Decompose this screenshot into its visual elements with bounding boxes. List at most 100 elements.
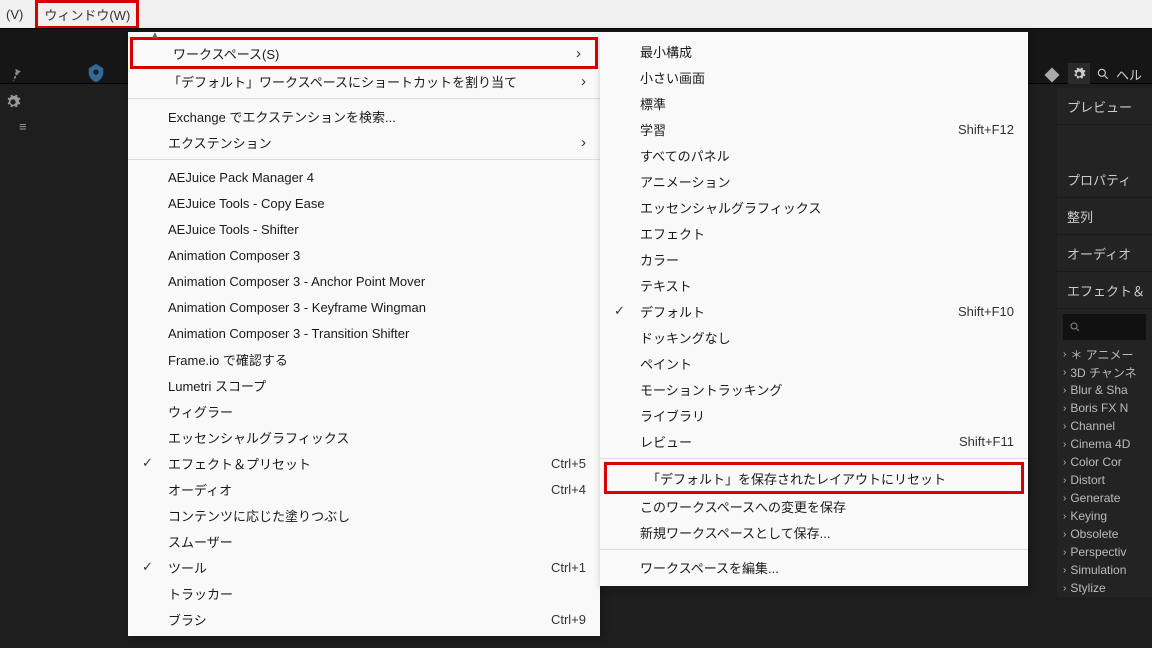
menu-wiggler[interactable]: ウィグラー bbox=[128, 398, 600, 424]
menu-shortcut: Shift+F12 bbox=[958, 122, 1014, 137]
menu-icon[interactable]: ≡ bbox=[19, 119, 30, 134]
menu-label: ワークスペースを編集... bbox=[640, 558, 779, 577]
menu-audio[interactable]: オーディオ Ctrl+4 bbox=[128, 476, 600, 502]
menu-lumetri[interactable]: Lumetri スコープ bbox=[128, 372, 600, 398]
menu-tools[interactable]: ✓ ツール Ctrl+1 bbox=[128, 554, 600, 580]
ws-motion-tracking[interactable]: モーショントラッキング bbox=[600, 376, 1028, 402]
menu-label: ワークスペース(S) bbox=[173, 44, 279, 63]
menu-label: ドッキングなし bbox=[640, 328, 731, 347]
panel-tab-audio[interactable]: オーディオ bbox=[1057, 235, 1152, 272]
check-icon: ✓ bbox=[142, 455, 153, 471]
menu-ac3-anchor[interactable]: Animation Composer 3 - Anchor Point Move… bbox=[128, 268, 600, 294]
menu-aejuice-pack[interactable]: AEJuice Pack Manager 4 bbox=[128, 164, 600, 190]
menu-label: ウィグラー bbox=[168, 402, 233, 421]
menu-separator bbox=[600, 549, 1028, 550]
ws-animation[interactable]: アニメーション bbox=[600, 168, 1028, 194]
menu-label: AEJuice Pack Manager 4 bbox=[168, 170, 314, 185]
tree-item[interactable]: ›Obsolete bbox=[1057, 525, 1152, 543]
menu-label: アニメーション bbox=[640, 172, 730, 191]
menu-ac3-keyframe[interactable]: Animation Composer 3 - Keyframe Wingman bbox=[128, 294, 600, 320]
menu-exchange-search[interactable]: Exchange でエクステンションを検索... bbox=[128, 103, 600, 129]
menu-window[interactable]: ウィンドウ(W) bbox=[35, 0, 139, 29]
ws-color[interactable]: カラー bbox=[600, 246, 1028, 272]
tree-item[interactable]: ›Cinema 4D bbox=[1057, 435, 1152, 453]
menu-assign-shortcut[interactable]: 「デフォルト」ワークスペースにショートカットを割り当て › bbox=[128, 68, 600, 94]
ws-review[interactable]: レビュー Shift+F11 bbox=[600, 428, 1028, 454]
menu-separator bbox=[600, 458, 1028, 459]
menu-aejuice-copy[interactable]: AEJuice Tools - Copy Ease bbox=[128, 190, 600, 216]
help-search[interactable]: ヘル bbox=[1096, 65, 1142, 84]
tree-item[interactable]: ›Generate bbox=[1057, 489, 1152, 507]
menu-extension[interactable]: エクステンション › bbox=[128, 129, 600, 155]
ws-reset-default[interactable]: 「デフォルト」を保存されたレイアウトにリセット bbox=[607, 465, 1021, 491]
tree-item[interactable]: ›Stylize bbox=[1057, 579, 1152, 597]
menu-smoother[interactable]: スムーザー bbox=[128, 528, 600, 554]
menu-label: テキスト bbox=[640, 276, 692, 295]
tree-item[interactable]: ›Distort bbox=[1057, 471, 1152, 489]
menu-ac3-transition[interactable]: Animation Composer 3 - Transition Shifte… bbox=[128, 320, 600, 346]
panel-tab-align[interactable]: 整列 bbox=[1057, 198, 1152, 235]
menu-essential-graphics[interactable]: エッセンシャルグラフィックス bbox=[128, 424, 600, 450]
ws-edit-workspaces[interactable]: ワークスペースを編集... bbox=[600, 554, 1028, 580]
menu-brush[interactable]: ブラシ Ctrl+9 bbox=[128, 606, 600, 632]
tree-item[interactable]: ›Keying bbox=[1057, 507, 1152, 525]
menu-ac3[interactable]: Animation Composer 3 bbox=[128, 242, 600, 268]
diamond-icon[interactable] bbox=[1042, 65, 1062, 83]
menu-label: エフェクト＆プリセット bbox=[168, 454, 311, 473]
panel-tab-properties[interactable]: プロパティ bbox=[1057, 161, 1152, 198]
menu-workspace[interactable]: ワークスペース(S) › bbox=[133, 40, 595, 66]
tree-item[interactable]: ›Blur & Sha bbox=[1057, 381, 1152, 399]
menu-shortcut: Ctrl+5 bbox=[551, 456, 586, 471]
menu-label: ブラシ bbox=[168, 610, 207, 629]
check-icon: ✓ bbox=[142, 559, 153, 575]
ws-learn[interactable]: 学習 Shift+F12 bbox=[600, 116, 1028, 142]
workspace-submenu: 最小構成 小さい画面 標準 学習 Shift+F12 すべてのパネル アニメーシ… bbox=[600, 32, 1028, 586]
menu-label: AEJuice Tools - Copy Ease bbox=[168, 196, 325, 211]
pin-icon[interactable] bbox=[7, 66, 25, 84]
tree-item[interactable]: ›＊ アニメー bbox=[1057, 345, 1152, 363]
ws-minimal[interactable]: 最小構成 bbox=[600, 38, 1028, 64]
menu-shortcut: Ctrl+4 bbox=[551, 482, 586, 497]
ws-save-as-new[interactable]: 新規ワークスペースとして保存... bbox=[600, 519, 1028, 545]
menu-label: オーディオ bbox=[168, 480, 232, 499]
ws-paint[interactable]: ペイント bbox=[600, 350, 1028, 376]
menu-effects-presets[interactable]: ✓ エフェクト＆プリセット Ctrl+5 bbox=[128, 450, 600, 476]
menu-label: このワークスペースへの変更を保存 bbox=[640, 497, 846, 516]
tree-item[interactable]: ›Boris FX N bbox=[1057, 399, 1152, 417]
tree-item[interactable]: ›Color Cor bbox=[1057, 453, 1152, 471]
ws-no-docking[interactable]: ドッキングなし bbox=[600, 324, 1028, 350]
menu-view[interactable]: (V) bbox=[2, 3, 27, 26]
toolbar-icon[interactable] bbox=[85, 62, 107, 84]
ws-default[interactable]: ✓ デフォルト Shift+F10 bbox=[600, 298, 1028, 324]
tree-item[interactable]: ›Perspectiv bbox=[1057, 543, 1152, 561]
gear-icon[interactable] bbox=[1068, 63, 1090, 85]
menu-frameio[interactable]: Frame.io で確認する bbox=[128, 346, 600, 372]
ws-standard[interactable]: 標準 bbox=[600, 90, 1028, 116]
ws-save-changes[interactable]: このワークスペースへの変更を保存 bbox=[600, 493, 1028, 519]
window-menu: ▲ ワークスペース(S) › 「デフォルト」ワークスペースにショートカットを割り… bbox=[128, 32, 600, 636]
tree-item[interactable]: ›3D チャンネ bbox=[1057, 363, 1152, 381]
panel-tab-effects[interactable]: エフェクト＆ bbox=[1057, 272, 1152, 309]
ws-all-panels[interactable]: すべてのパネル bbox=[600, 142, 1028, 168]
tree-item[interactable]: ›Channel bbox=[1057, 417, 1152, 435]
check-icon: ✓ bbox=[614, 303, 625, 319]
menu-label: 新規ワークスペースとして保存... bbox=[640, 523, 831, 542]
effects-search[interactable] bbox=[1063, 314, 1146, 340]
ws-small-screen[interactable]: 小さい画面 bbox=[600, 64, 1028, 90]
menu-aejuice-shifter[interactable]: AEJuice Tools - Shifter bbox=[128, 216, 600, 242]
menu-label: コンテンツに応じた塗りつぶし bbox=[168, 506, 350, 525]
ws-effect[interactable]: エフェクト bbox=[600, 220, 1028, 246]
ws-library[interactable]: ライブラリ bbox=[600, 402, 1028, 428]
chevron-right-icon: › bbox=[576, 45, 581, 62]
tree-item[interactable]: ›Simulation bbox=[1057, 561, 1152, 579]
menu-label: 標準 bbox=[640, 94, 666, 113]
ws-essential-graphics[interactable]: エッセンシャルグラフィックス bbox=[600, 194, 1028, 220]
gear-icon[interactable] bbox=[5, 94, 30, 113]
menu-label: 「デフォルト」を保存されたレイアウトにリセット bbox=[647, 469, 946, 488]
panel-tab-preview[interactable]: プレビュー bbox=[1057, 88, 1152, 125]
ws-text[interactable]: テキスト bbox=[600, 272, 1028, 298]
menu-separator bbox=[128, 98, 600, 99]
menu-tracker[interactable]: トラッカー bbox=[128, 580, 600, 606]
menu-content-fill[interactable]: コンテンツに応じた塗りつぶし bbox=[128, 502, 600, 528]
menu-label: レビュー bbox=[640, 432, 692, 451]
